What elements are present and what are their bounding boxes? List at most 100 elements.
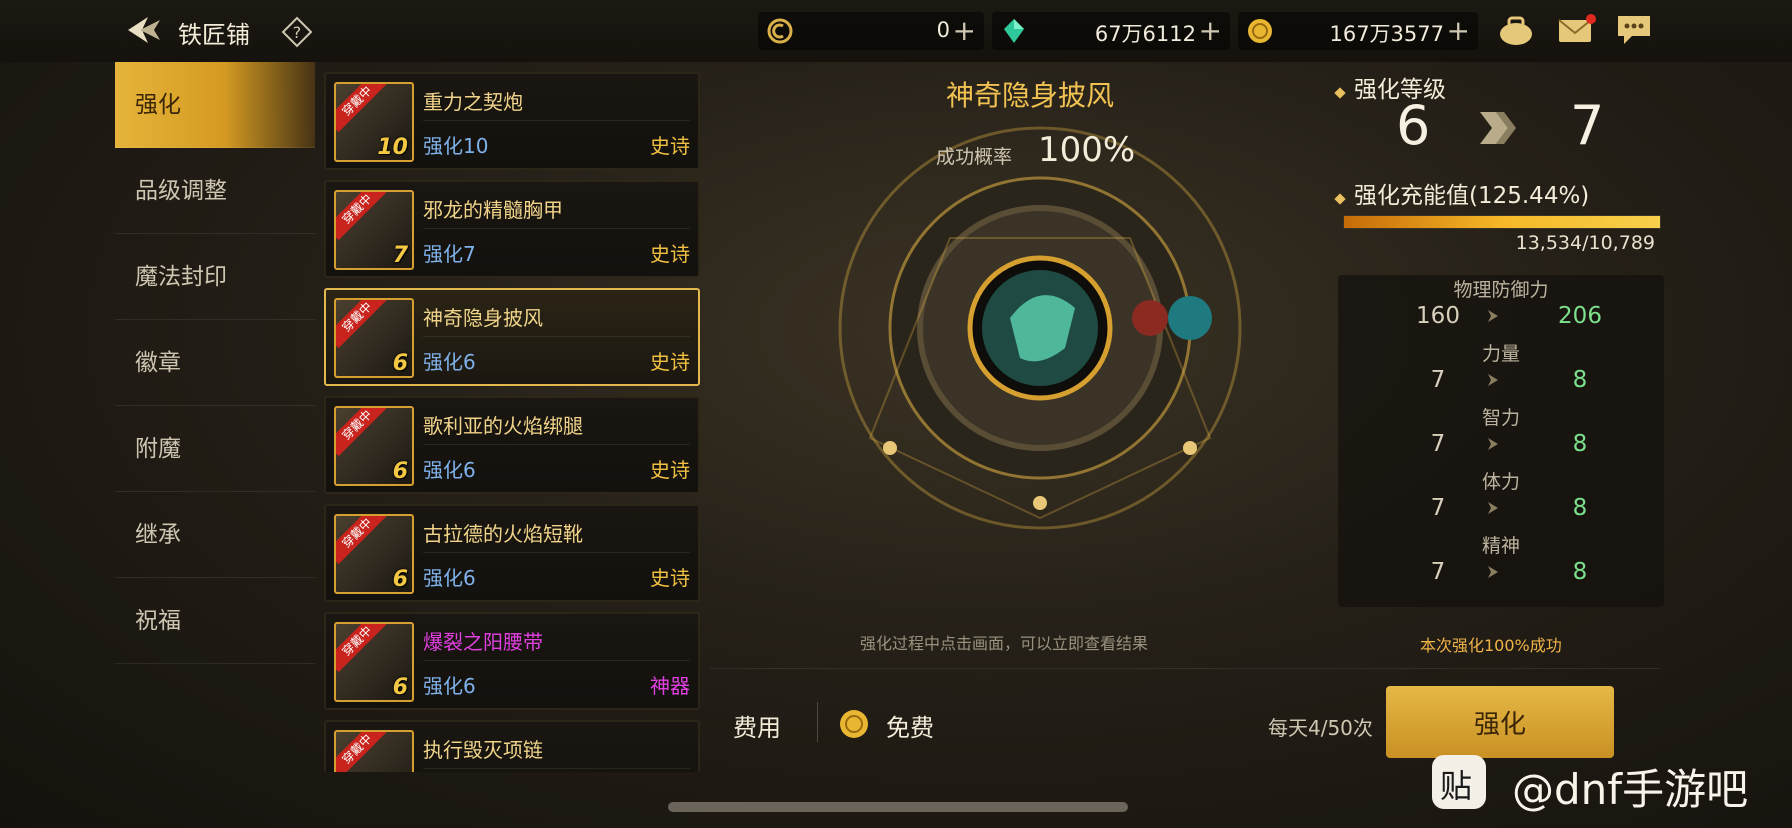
equipment-item[interactable]: 穿戴中 7 邪龙的精髓胸甲 强化7 史诗 (324, 180, 700, 278)
watermark-text: @dnf手游吧 (1512, 765, 1749, 814)
sidebar-item-emblem[interactable]: 徽章 (115, 320, 315, 406)
stat-current: 160 (1416, 303, 1460, 329)
add-ticket-button[interactable]: + (953, 14, 976, 47)
enhance-level-badge: 6 (392, 567, 408, 592)
enhance-hint: 强化过程中点击画面，可以立即查看结果 (860, 634, 1149, 653)
enhance-level-badge: 10 (377, 135, 408, 160)
sidebar-item-blessing[interactable]: 祝福 (115, 578, 315, 664)
stat-current: 7 (1430, 431, 1446, 457)
equipment-rarity: 史诗 (650, 566, 690, 590)
equipment-name: 爆裂之阳腰带 (423, 630, 543, 654)
chevron-right-icon (1488, 438, 1498, 450)
equipment-enhance-level: 强化10 (423, 134, 489, 158)
gold-value: 167万3577 (1329, 22, 1444, 46)
equipment-enhance-level: 强化6 (423, 350, 476, 374)
stat-name: 物理防御力 (1453, 279, 1549, 301)
stat-next: 8 (1572, 559, 1588, 585)
stat-name: 体力 (1481, 471, 1520, 493)
ticket-icon (767, 18, 793, 44)
divider (423, 660, 690, 661)
equipment-name: 神奇隐身披风 (423, 306, 543, 330)
equipment-item[interactable]: 穿戴中 6 古拉德的火焰短靴 强化6 史诗 (324, 504, 700, 602)
equipment-item[interactable]: 穿戴中 6 爆裂之阳腰带 强化6 神器 (324, 612, 700, 710)
level-from: 6 (1396, 94, 1431, 157)
equipment-thumbnail: 穿戴中 6 (334, 406, 414, 486)
fee-divider (817, 702, 818, 742)
home-indicator[interactable] (668, 802, 1128, 812)
chat-icon[interactable] (1614, 12, 1654, 48)
divider (423, 768, 690, 769)
enhance-ring-graphic[interactable] (830, 118, 1250, 538)
charge-bar-fill (1344, 216, 1660, 228)
enhance-level-badge: 6 (392, 459, 408, 484)
enhance-level-badge: 7 (392, 243, 408, 268)
help-icon[interactable]: ? (281, 16, 313, 48)
mail-icon[interactable] (1556, 12, 1596, 48)
equipment-item[interactable]: 穿戴中 6 歌利亚的火焰绑腿 强化6 史诗 (324, 396, 700, 494)
add-gem-button[interactable]: + (1199, 14, 1222, 47)
success-rate-label: 成功概率 (936, 146, 1013, 168)
equipment-item[interactable]: 穿戴中 10 重力之契炮 强化10 史诗 (324, 72, 700, 170)
enhance-level-badge: 6 (392, 351, 408, 376)
equipment-item[interactable]: 穿戴中 6 神奇隐身披风 强化6 史诗 (324, 288, 700, 386)
equipped-tag: 穿戴中 (336, 732, 389, 772)
equipped-tag: 穿戴中 (336, 84, 389, 133)
success-rate-value: 100% (1038, 130, 1136, 170)
divider (423, 336, 690, 337)
tieba-logo-icon: 贴 (1432, 755, 1486, 809)
equipment-name: 执行毁灭项链 (423, 738, 543, 762)
equipment-thumbnail: 穿戴中 6 (334, 514, 414, 594)
gem-value: 67万6112 (1094, 22, 1196, 46)
stat-name: 智力 (1481, 407, 1520, 429)
stat-next: 8 (1572, 495, 1588, 521)
equipment-thumbnail: 穿戴中 6 (334, 298, 414, 378)
equipment-rarity: 史诗 (650, 458, 690, 482)
stat-next: 8 (1572, 431, 1588, 457)
sidebar-item-inherit[interactable]: 继承 (115, 492, 315, 578)
success-note: 本次强化100%成功 (1420, 636, 1562, 655)
equipment-item[interactable]: 穿戴中 执行毁灭项链 (324, 720, 700, 772)
sidebar-item-enchant[interactable]: 附魔 (115, 406, 315, 492)
help-glyph: ? (293, 23, 302, 42)
charge-label: 强化充能值(125.44%) (1334, 176, 1589, 210)
bag-icon[interactable] (1496, 12, 1536, 48)
equipment-enhance-level: 强化6 (423, 674, 476, 698)
currency-gold: 167万3577 + (1238, 12, 1478, 50)
chevron-right-icon (1488, 566, 1498, 578)
divider (423, 552, 690, 553)
divider (423, 120, 690, 121)
stat-current: 7 (1430, 367, 1446, 393)
stat-row: 体力 7 8 (1338, 467, 1664, 531)
chevron-right-icon (1488, 310, 1498, 322)
add-gold-button[interactable]: + (1447, 14, 1470, 47)
equipment-enhance-level: 强化6 (423, 566, 476, 590)
gem-icon (1004, 19, 1024, 43)
equipment-list: 穿戴中 10 重力之契炮 强化10 史诗 穿戴中 7 邪龙的精髓胸甲 强化7 史诗 穿戴中 6 神奇隐身… (324, 72, 702, 772)
stat-current: 7 (1430, 495, 1446, 521)
chevron-right-icon (1488, 374, 1498, 386)
sidebar-item-grade-adjust[interactable]: 品级调整 (115, 148, 315, 234)
equipment-enhance-level: 强化7 (423, 242, 476, 266)
sidebar-item-magic-seal[interactable]: 魔法封印 (115, 234, 315, 320)
sidebar-item-enhance[interactable]: 强化 (115, 62, 315, 148)
ticket-value: 0 (936, 18, 950, 42)
equipment-rarity: 史诗 (650, 242, 690, 266)
equipment-thumbnail: 穿戴中 10 (334, 82, 414, 162)
equipment-rarity: 神器 (650, 674, 690, 698)
sidebar: 强化 品级调整 魔法封印 徽章 附魔 继承 祝福 (115, 62, 315, 664)
gold-coin-icon (1248, 19, 1272, 43)
stat-current: 7 (1430, 559, 1446, 585)
selected-item-name: 神奇隐身披风 (945, 79, 1114, 112)
stat-preview-panel: 物理防御力 160 206 力量 7 8 智力 7 8 体力 7 8 精神 7 8 (1338, 275, 1664, 607)
stat-row: 精神 7 8 (1338, 531, 1664, 595)
enhance-level-badge: 6 (392, 675, 408, 700)
diamond-icon (1334, 86, 1346, 99)
back-arrow-icon[interactable] (126, 14, 162, 46)
enhance-button[interactable]: 强化 (1386, 686, 1614, 758)
divider (710, 668, 1660, 669)
equipped-tag: 穿戴中 (336, 300, 389, 349)
charge-bar (1343, 215, 1661, 229)
equipment-name: 歌利亚的火焰绑腿 (423, 414, 583, 438)
stat-row: 智力 7 8 (1338, 403, 1664, 467)
equipped-tag: 穿戴中 (336, 192, 389, 241)
